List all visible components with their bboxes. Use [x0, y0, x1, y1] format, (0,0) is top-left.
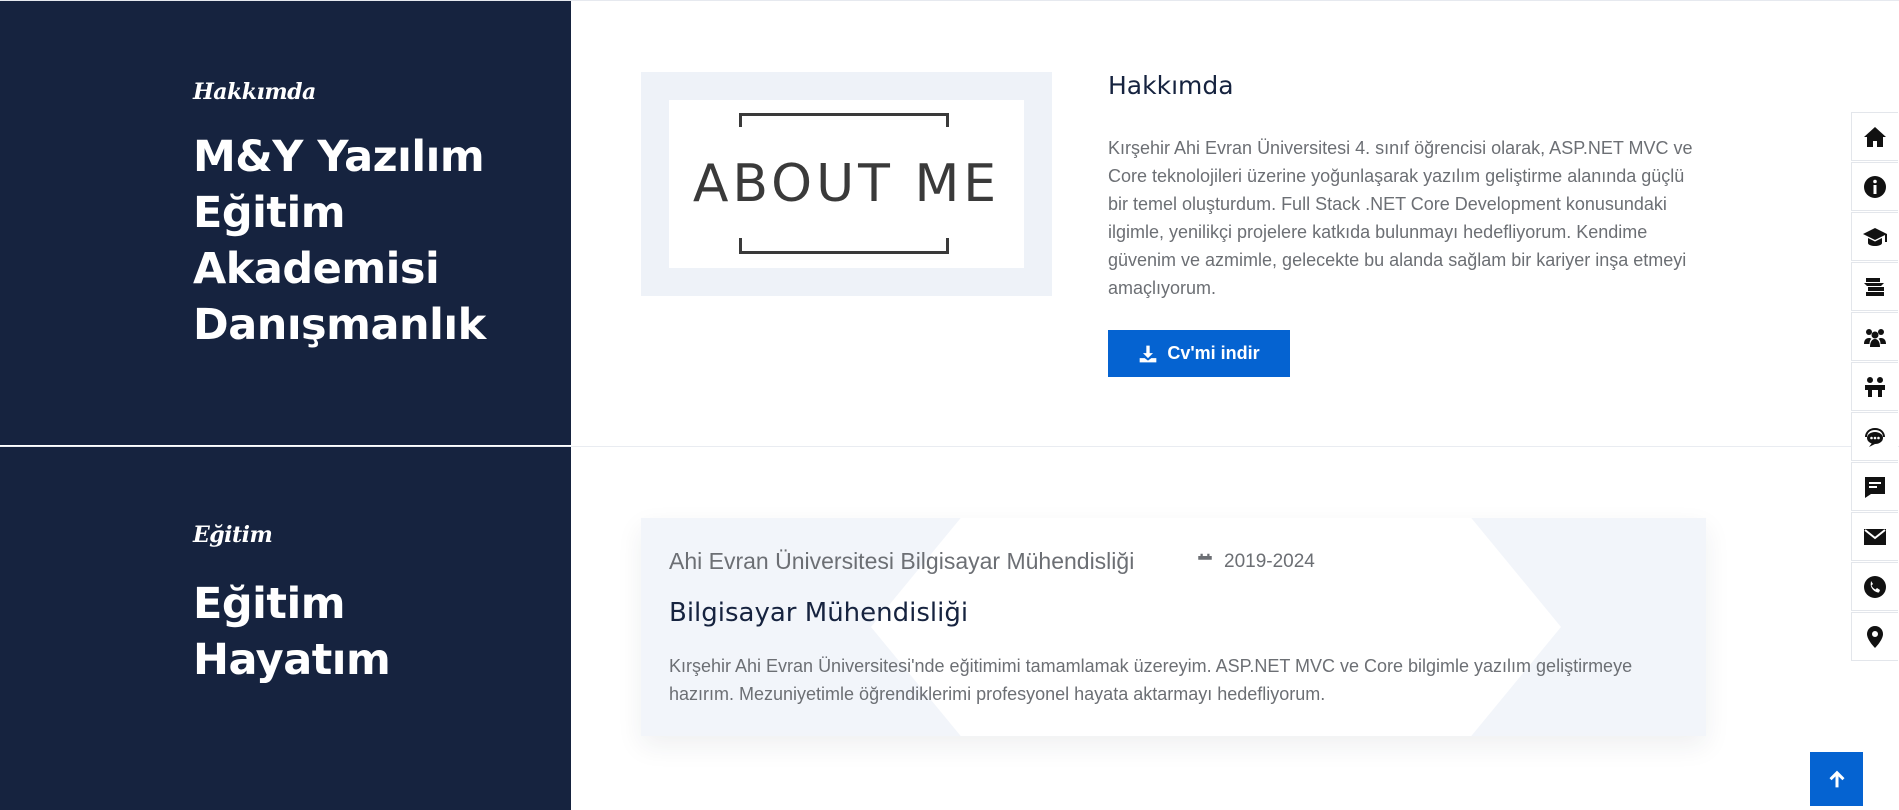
side-nav-home[interactable]	[1851, 112, 1898, 161]
side-nav-support[interactable]	[1851, 412, 1898, 461]
education-kicker: Eğitim	[193, 522, 273, 548]
mail-icon	[1864, 528, 1886, 545]
about-section: Hakkımda M&Y Yazılım Eğitim Akademisi Da…	[0, 0, 1899, 446]
side-nav-about[interactable]	[1851, 162, 1898, 211]
graduation-cap-icon	[1863, 227, 1887, 246]
team-icon	[1865, 376, 1885, 397]
download-icon	[1140, 345, 1157, 362]
back-to-top-button[interactable]	[1810, 752, 1863, 806]
education-left-panel: Eğitim Eğitim Hayatım	[0, 447, 571, 810]
support-icon	[1865, 427, 1885, 447]
side-nav-team[interactable]	[1851, 362, 1898, 411]
about-image-frame: ABOUT ME	[641, 72, 1052, 296]
about-heading: Hakkımda	[1108, 71, 1234, 100]
education-card: Ahi Evran Üniversitesi Bilgisayar Mühend…	[641, 518, 1706, 736]
education-title: Eğitim Hayatım	[193, 579, 391, 685]
about-kicker: Hakkımda	[193, 79, 316, 105]
side-nav-blog[interactable]	[1851, 462, 1898, 511]
about-me-image: ABOUT ME	[669, 100, 1024, 268]
school-name: Ahi Evran Üniversitesi Bilgisayar Mühend…	[669, 548, 1135, 574]
blog-icon	[1865, 476, 1885, 498]
arrow-up-icon	[1829, 770, 1844, 788]
education-years: 2019-2024	[1196, 551, 1315, 573]
side-nav-certificates[interactable]	[1851, 262, 1898, 311]
about-image-text: ABOUT ME	[692, 154, 1001, 214]
certificate-icon	[1864, 277, 1884, 296]
calendar-icon	[1198, 553, 1212, 570]
side-nav-people[interactable]	[1851, 312, 1898, 361]
degree-title: Bilgisayar Mühendisliği	[669, 598, 969, 628]
about-title: M&Y Yazılım Eğitim Akademisi Danışmanlık	[193, 132, 486, 350]
phone-icon	[1864, 575, 1886, 598]
about-left-panel: Hakkımda M&Y Yazılım Eğitim Akademisi Da…	[0, 1, 571, 446]
people-icon	[1864, 328, 1886, 347]
download-cv-label: Cv'mi indir	[1167, 343, 1260, 363]
side-nav-education[interactable]	[1851, 212, 1898, 261]
bracket-bottom-decoration	[739, 238, 949, 254]
education-description: Kırşehir Ahi Evran Üniversitesi'nde eğit…	[669, 656, 1633, 704]
side-nav-contact[interactable]	[1851, 512, 1898, 561]
home-icon	[1864, 126, 1886, 147]
location-icon	[1867, 625, 1883, 648]
side-navigation	[1851, 112, 1899, 662]
education-section: Eğitim Eğitim Hayatım Ahi Evran Üniversi…	[0, 446, 1899, 810]
download-cv-button[interactable]: Cv'mi indir	[1108, 330, 1290, 377]
bracket-top-decoration	[739, 113, 949, 127]
side-nav-phone[interactable]	[1851, 562, 1898, 611]
about-description: Kırşehir Ahi Evran Üniversitesi 4. sınıf…	[1108, 138, 1693, 298]
years-text: 2019-2024	[1224, 551, 1315, 572]
info-icon	[1864, 175, 1886, 198]
side-nav-location[interactable]	[1851, 612, 1898, 661]
